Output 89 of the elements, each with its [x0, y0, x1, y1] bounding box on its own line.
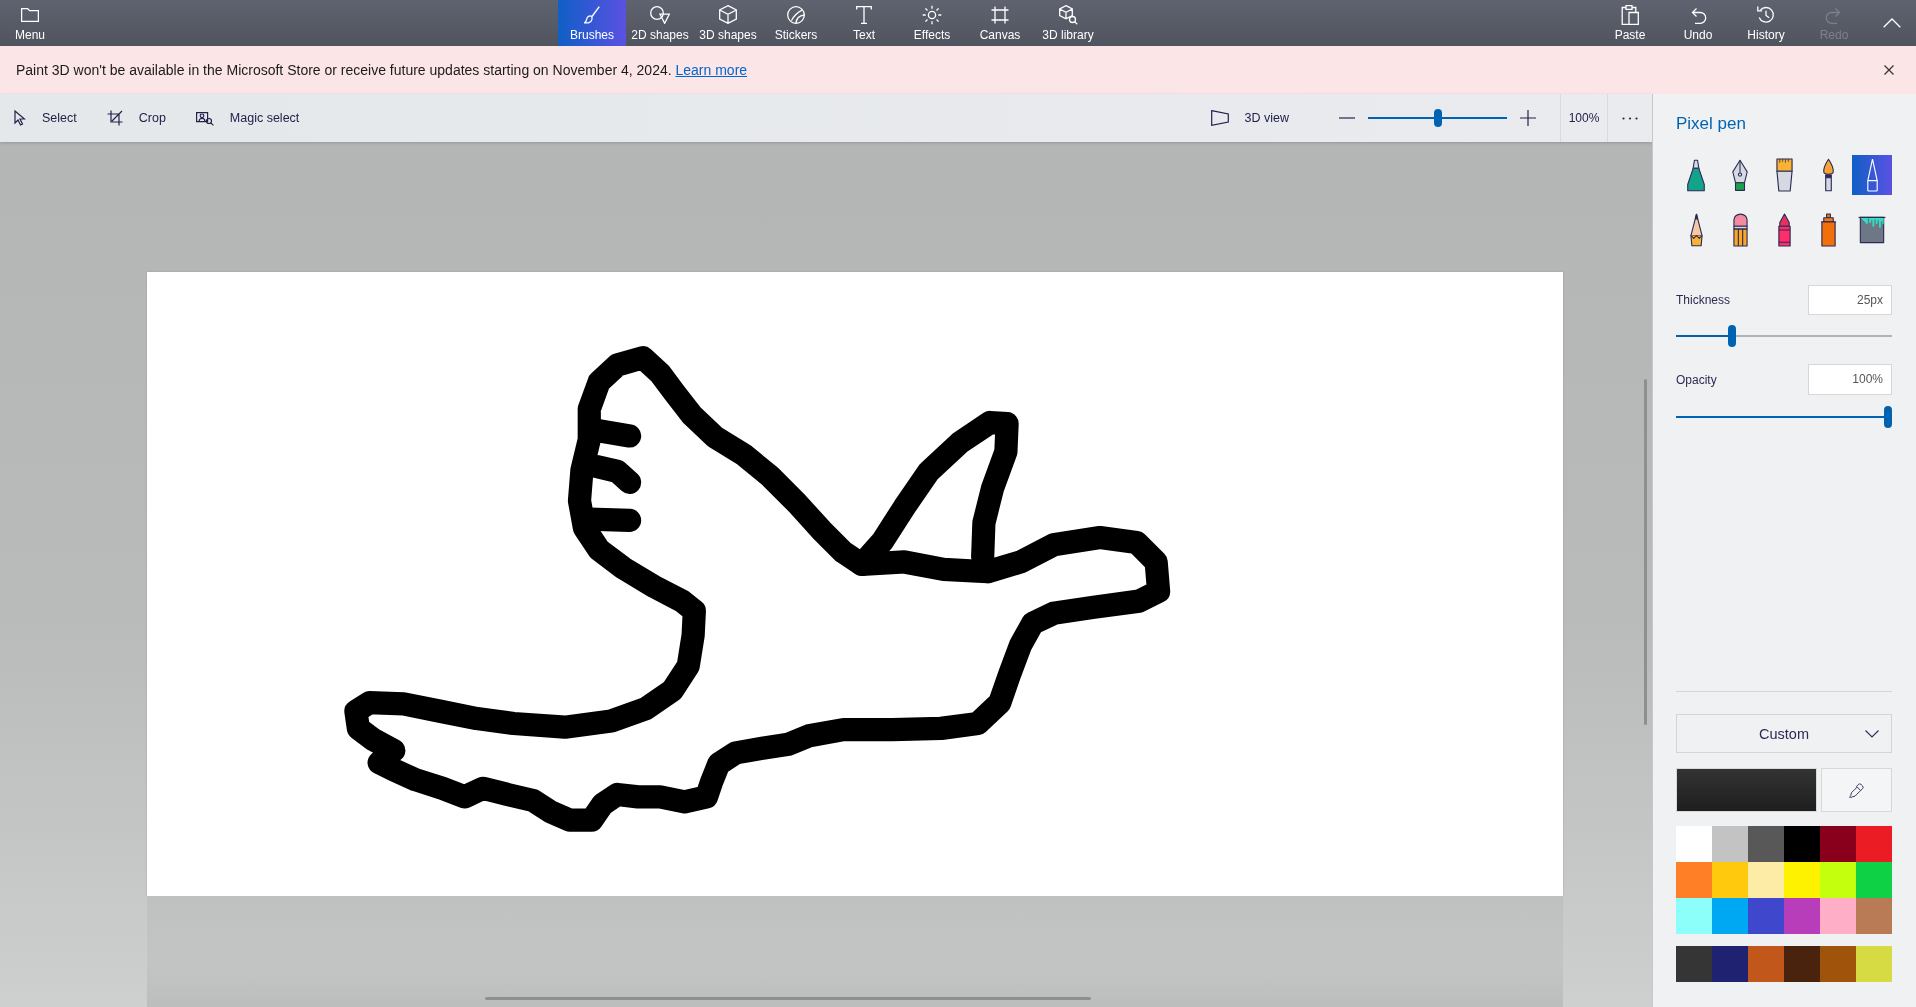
flat-brush-icon	[1775, 158, 1793, 192]
custom-color-swatch[interactable]	[1856, 946, 1892, 982]
history-button[interactable]: History	[1732, 0, 1800, 46]
color-swatch[interactable]	[1748, 826, 1784, 862]
crop-button[interactable]: Crop	[96, 100, 176, 136]
color-swatch[interactable]	[1712, 862, 1748, 898]
paint-bucket-icon	[1858, 216, 1886, 244]
pen-icon	[1864, 158, 1880, 192]
custom-color-swatch[interactable]	[1784, 946, 1820, 982]
color-swatch[interactable]	[1856, 898, 1892, 934]
color-swatch[interactable]	[1820, 862, 1856, 898]
paste-button[interactable]: Paste	[1596, 0, 1664, 46]
color-swatch[interactable]	[1856, 826, 1892, 862]
crayon-icon	[1776, 213, 1792, 247]
minus-icon	[1339, 117, 1355, 119]
horizontal-scrollbar[interactable]	[485, 997, 1091, 1000]
fountain-pen-icon	[1731, 158, 1749, 192]
slider-thumb[interactable]	[1884, 406, 1892, 428]
custom-color-swatch[interactable]	[1820, 946, 1856, 982]
panel-title: Pixel pen	[1676, 114, 1746, 134]
color-swatch[interactable]	[1748, 862, 1784, 898]
cube-icon	[719, 5, 737, 24]
custom-color-swatch[interactable]	[1748, 946, 1784, 982]
crop-frame-icon	[991, 5, 1009, 24]
select-button[interactable]: Select	[4, 100, 87, 136]
color-swatch[interactable]	[1676, 898, 1712, 934]
eyedropper-icon	[1849, 782, 1864, 798]
color-swatch[interactable]	[1712, 826, 1748, 862]
history-icon	[1756, 4, 1776, 25]
chevron-down-icon	[1865, 730, 1879, 738]
more-icon	[1622, 116, 1638, 120]
text-icon	[856, 5, 872, 24]
clipboard-icon	[1621, 4, 1639, 25]
slider-thumb[interactable]	[1728, 325, 1736, 347]
portrait-search-icon	[195, 110, 214, 126]
opacity-label: Opacity	[1676, 372, 1717, 387]
redo-icon	[1825, 5, 1843, 24]
thickness-label: Thickness	[1676, 293, 1731, 307]
slider-thumb[interactable]	[1433, 109, 1442, 127]
color-swatch[interactable]	[1676, 862, 1712, 898]
tool-tab[interactable]: Canvas	[966, 0, 1034, 46]
tool-tab[interactable]: 2D shapes	[626, 0, 694, 46]
color-swatch[interactable]	[1820, 826, 1856, 862]
chevron-up-icon	[1883, 18, 1901, 28]
thickness-input[interactable]: 25px	[1808, 285, 1892, 315]
custom-color-swatch[interactable]	[1712, 946, 1748, 982]
marker-icon	[1687, 158, 1705, 192]
tool-tab[interactable]: Text	[830, 0, 898, 46]
eraser-icon	[1732, 213, 1748, 247]
tool-tab[interactable]: Effects	[898, 0, 966, 46]
sun-icon	[922, 4, 942, 25]
sticker-icon	[787, 5, 805, 24]
color-swatch[interactable]	[1820, 898, 1856, 934]
color-swatch[interactable]	[1856, 862, 1892, 898]
vertical-scrollbar[interactable]	[1644, 379, 1647, 725]
crop-icon	[106, 110, 123, 126]
menu-button[interactable]: Menu	[5, 0, 55, 46]
folder-icon	[21, 7, 39, 22]
opacity-input[interactable]: 100%	[1808, 364, 1892, 395]
eyedropper-button[interactable]	[1821, 768, 1892, 812]
color-swatch[interactable]	[1784, 826, 1820, 862]
pencil-icon	[1689, 213, 1703, 247]
close-icon	[1884, 65, 1894, 75]
custom-color-swatch[interactable]	[1676, 946, 1712, 982]
undo-button[interactable]: Undo	[1664, 0, 1732, 46]
color-set-dropdown[interactable]: Custom	[1676, 714, 1892, 753]
plus-icon	[1520, 110, 1536, 126]
tool-tab[interactable]: 3D library	[1034, 0, 1102, 46]
cube-search-icon	[1058, 4, 1078, 25]
banner-message: Paint 3D won't be available in the Microsoft Store or receive future updates starting on November 4, 2024. Learn more	[16, 62, 749, 78]
paintbrush-icon	[1821, 158, 1835, 192]
undo-icon	[1689, 5, 1707, 24]
spray-can-icon	[1819, 213, 1837, 247]
color-swatch[interactable]	[1784, 898, 1820, 934]
brush-icon	[584, 5, 600, 24]
view-3d-button[interactable]: 3D view	[1200, 100, 1299, 136]
cursor-icon	[14, 110, 26, 126]
color-swatch[interactable]	[1748, 898, 1784, 934]
shapes-icon	[650, 5, 670, 24]
tool-tab[interactable]: 3D shapes	[694, 0, 762, 46]
color-swatch[interactable]	[1676, 826, 1712, 862]
magic-select-button[interactable]: Magic select	[185, 100, 310, 136]
color-swatch[interactable]	[1784, 862, 1820, 898]
tool-tab[interactable]: Brushes	[558, 0, 626, 46]
learn-more-link[interactable]: Learn more	[675, 62, 748, 78]
tool-tab[interactable]: Stickers	[762, 0, 830, 46]
drawing-canvas[interactable]	[147, 272, 1563, 896]
perspective-icon	[1210, 110, 1229, 126]
color-swatch[interactable]	[1712, 898, 1748, 934]
